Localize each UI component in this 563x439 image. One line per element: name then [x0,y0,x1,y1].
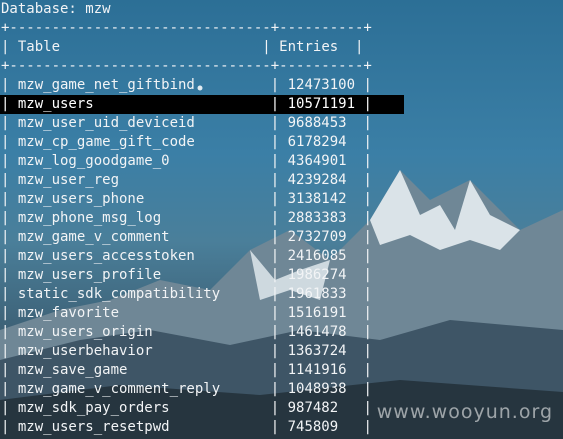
entries-cell: 745809 [287,419,339,435]
table-row[interactable]: | mzw_game_net_giftbind | 12473100 | [0,76,372,95]
table-name-cell: mzw_phone_msg_log [17,210,162,226]
table-row[interactable]: | mzw_save_game | 1141916 | [0,361,372,380]
table-name-cell: mzw_save_game [17,362,128,378]
table-name-cell: mzw_game_v_comment [17,229,170,245]
entries-cell: 4239284 [287,172,347,188]
database-header: Database: mzw [1,1,111,17]
table-row[interactable]: | mzw_cp_game_gift_code | 6178294 | [0,133,372,152]
entries-cell: 1961833 [287,286,347,302]
table-row[interactable]: | mzw_users_origin | 1461478 | [0,323,372,342]
entries-cell: 1048938 [287,381,347,397]
table-name-cell: mzw_sdk_pay_orders [17,400,170,416]
table-name-cell: mzw_users [17,96,94,112]
table-border-mid: +-------------------------------+-------… [1,58,372,74]
entries-cell: 10571191 [287,96,356,112]
table-row[interactable]: | mzw_user_reg | 4239284 | [0,171,372,190]
table-name-cell: mzw_log_goodgame_0 [17,153,170,169]
table-name-cell: mzw_users_origin [17,324,153,340]
table-header-row: | Table | Entries | [1,39,364,55]
entries-cell: 2883383 [287,210,347,226]
terminal-output: Database: mzw +-------------------------… [0,0,563,439]
entries-cell: 4364901 [287,153,347,169]
entries-cell: 6178294 [287,134,347,150]
column-header-entries: Entries [279,39,339,55]
table-name-cell: mzw_users_phone [17,191,145,207]
table-name-cell: mzw_users_profile [17,267,162,283]
table-border-top: +-------------------------------+-------… [1,20,372,36]
table-name-cell: mzw_cp_game_gift_code [17,134,195,150]
table-row[interactable]: | mzw_sdk_pay_orders | 987482 | [0,399,372,418]
table-row[interactable]: | mzw_users_resetpwd | 745809 | [0,418,372,437]
entries-cell: 2416085 [287,248,347,264]
table-row[interactable]: | mzw_game_v_comment | 2732709 | [0,228,372,247]
table-row[interactable]: | mzw_phone_msg_log | 2883383 | [0,209,372,228]
table-row[interactable]: | mzw_users_profile | 1986274 | [0,266,372,285]
entries-cell: 3138142 [287,191,347,207]
table-row[interactable]: | mzw_user_uid_deviceid | 9688453 | [0,114,372,133]
watermark: www.wooyun.org [376,401,553,423]
table-row[interactable]: | mzw_users_phone | 3138142 | [0,190,372,209]
entries-cell: 9688453 [287,115,347,131]
table-row[interactable]: | mzw_users_accesstoken | 2416085 | [0,247,372,266]
table-row[interactable]: | mzw_favorite | 1516191 | [0,304,372,323]
table-name-cell: mzw_user_reg [17,172,120,188]
entries-cell: 1986274 [287,267,347,283]
table-row[interactable]: | mzw_game_v_comment_reply | 1048938 | [0,380,372,399]
table-name-cell: mzw_users_accesstoken [17,248,195,264]
table-row[interactable]: | static_sdk_compatibility | 1961833 | [0,285,372,304]
entries-cell: 1141916 [287,362,347,378]
table-row[interactable]: | mzw_log_goodgame_0 | 4364901 | [0,152,372,171]
entries-cell: 1363724 [287,343,347,359]
table-name-cell: mzw_favorite [17,305,120,321]
table-name-cell: static_sdk_compatibility [17,286,221,302]
entries-cell: 1461478 [287,324,347,340]
entries-cell: 987482 [287,400,339,416]
table-name-cell: mzw_userbehavior [17,343,153,359]
table-name-cell: mzw_game_v_comment_reply [17,381,221,397]
entries-cell: 1516191 [287,305,347,321]
entries-cell: 2732709 [287,229,347,245]
table-row[interactable]: | mzw_userbehavior | 1363724 | [0,342,372,361]
table-name-cell: mzw_users_resetpwd [17,419,170,435]
column-header-table: Table [17,39,61,55]
table-row[interactable]: | mzw_users | 10571191 | [0,95,404,114]
table-name-cell: mzw_user_uid_deviceid [17,115,195,131]
table-name-cell: mzw_game_net_giftbind [17,77,195,93]
entries-cell: 12473100 [287,77,356,93]
